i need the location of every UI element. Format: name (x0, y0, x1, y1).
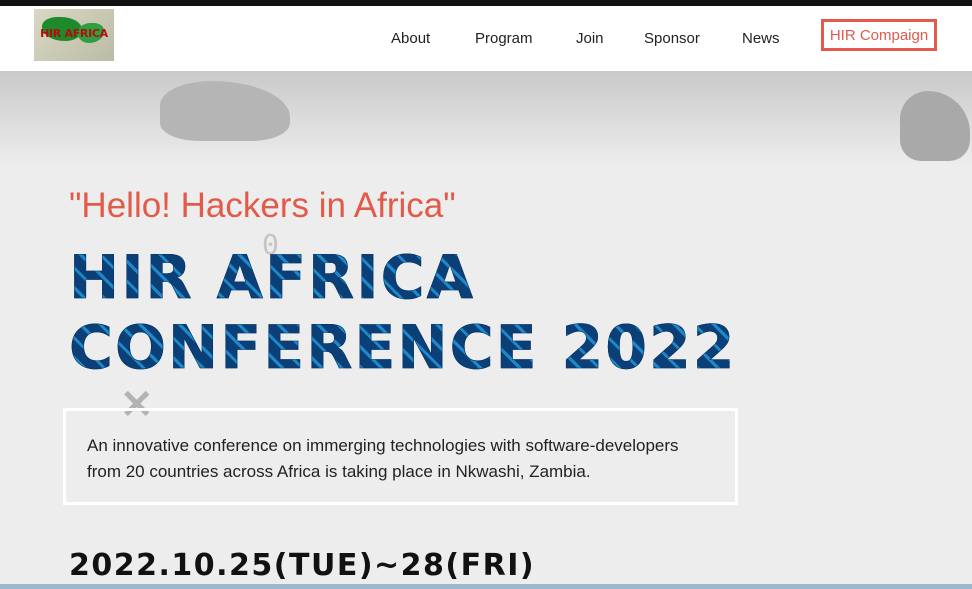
nav-program[interactable]: Program (475, 30, 533, 47)
event-date: 2022.10.25(TUE)~28(FRI) (69, 548, 536, 583)
hero-description: An innovative conference on immerging te… (87, 436, 679, 481)
nav-news[interactable]: News (742, 30, 780, 47)
campaign-button[interactable]: HIR Compaign (821, 19, 937, 51)
hero-title-line1: HIR AFRICA (69, 243, 476, 314)
hero-title-line2: CONFERENCE 2022 (69, 313, 737, 384)
photo-shoe-left (160, 81, 290, 141)
logo-text: HIR AFRICA (40, 27, 108, 40)
hero-background-photo (0, 71, 972, 163)
nav-join[interactable]: Join (576, 30, 604, 47)
site-logo[interactable]: HIR AFRICA (34, 9, 114, 61)
bottom-strip (0, 584, 972, 589)
nav-sponsor[interactable]: Sponsor (644, 30, 700, 47)
description-box: An innovative conference on immerging te… (63, 408, 738, 505)
hero-tagline: "Hello! Hackers in Africa" (69, 186, 456, 225)
photo-shoe-right (900, 91, 970, 161)
nav-about[interactable]: About (391, 30, 430, 47)
